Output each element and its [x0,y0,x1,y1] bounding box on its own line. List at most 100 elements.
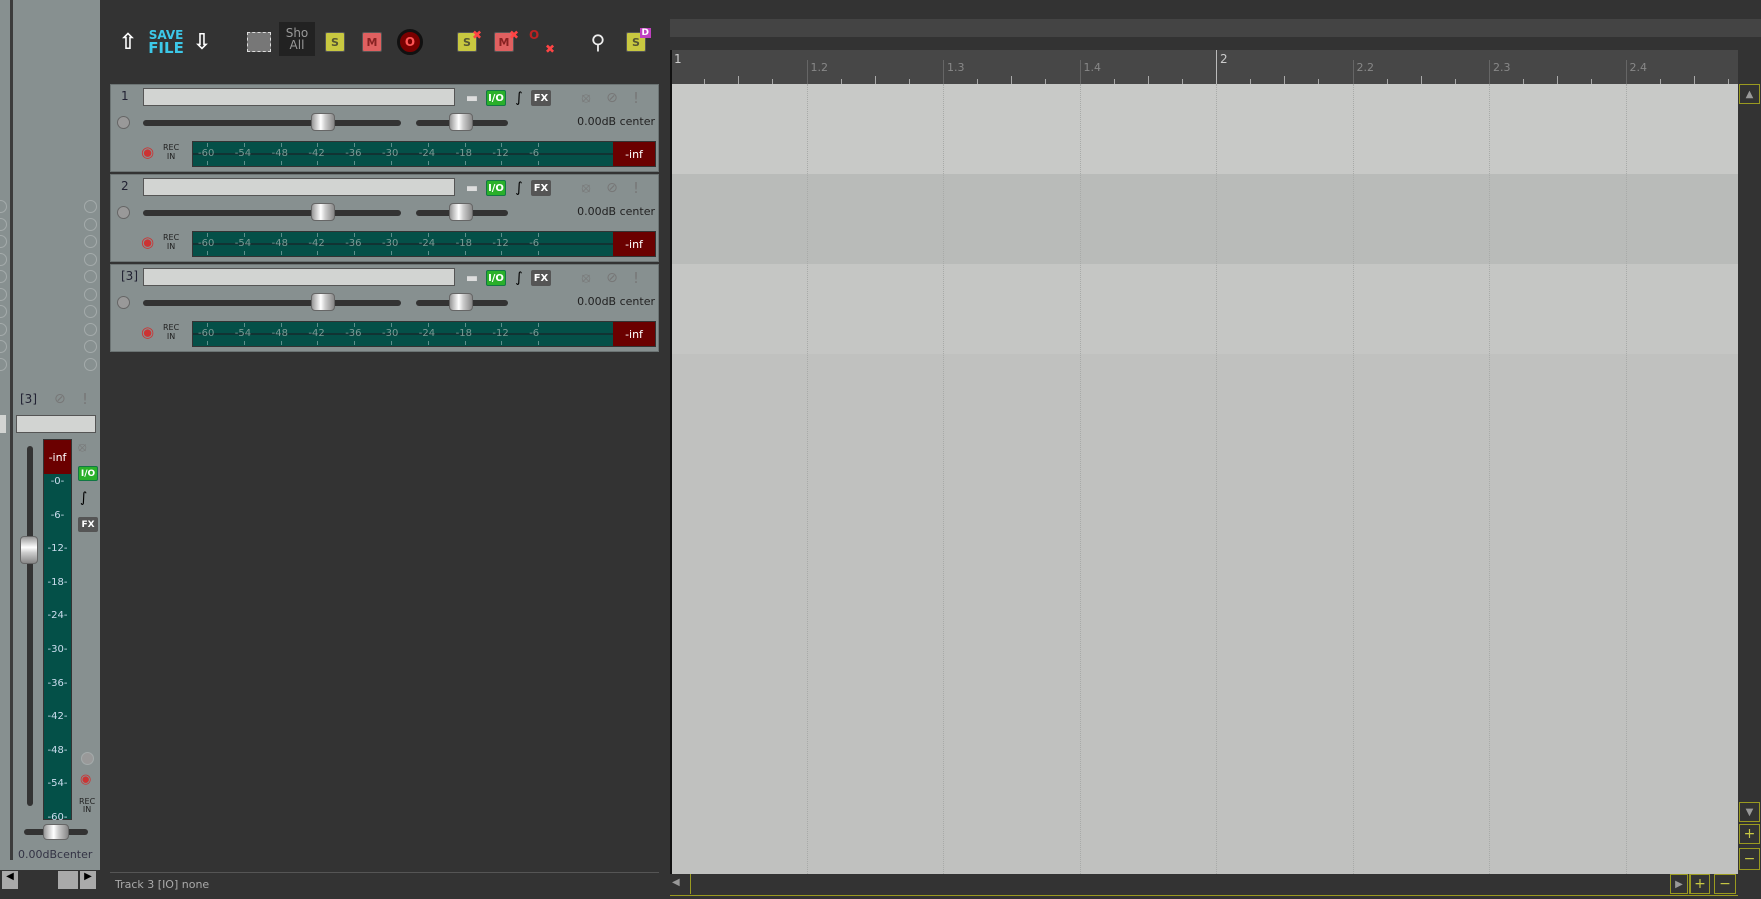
track-lane-2[interactable] [670,174,1738,264]
scroll-left-icon[interactable]: ◀ [672,877,680,888]
track-name-input[interactable] [143,268,455,286]
record-arm-button[interactable] [117,116,130,129]
send-knob[interactable] [0,357,7,371]
clear-solo-button[interactable]: S ✖ [452,28,482,56]
clear-rec-button[interactable]: O ✖ [527,28,557,56]
vertical-scrollbar[interactable]: ▲ ▼ + − [1738,84,1761,874]
volume-fader-track[interactable] [27,446,33,806]
phase-invert-icon[interactable]: ⦻ [577,180,595,196]
track-panel[interactable]: 1 ▬ I/O ∫ FX ⦻ ⊘ ! 0.00dB center ◉ REC IN… [110,84,659,172]
volume-slider[interactable] [143,120,401,126]
volume-thumb[interactable] [311,203,335,221]
send-knob[interactable] [0,270,7,283]
track-name-input[interactable] [143,88,455,106]
io-button[interactable]: I/O [78,466,98,481]
phase-invert-icon[interactable]: ⦻ [577,90,595,106]
fx-button[interactable]: FX [78,517,98,532]
envelope-icon[interactable]: ∫ [511,90,527,106]
volume-slider[interactable] [143,210,401,216]
pan-thumb[interactable] [449,293,473,311]
send-knob[interactable] [0,217,7,231]
scroll-right-icon[interactable]: ▶ [1670,874,1688,894]
io-button[interactable]: I/O [486,90,506,106]
phase-icon[interactable]: ⊘ [603,90,621,106]
mixer-track-name[interactable] [16,415,96,433]
send-knob[interactable] [0,305,7,318]
pan-thumb[interactable] [449,203,473,221]
select-region-button[interactable] [246,28,272,56]
scroll-thumb[interactable] [58,871,78,889]
send-knob[interactable] [0,322,7,336]
download-icon[interactable]: ⇩ [188,28,216,56]
open-project-icon[interactable]: ⇧ [114,28,142,56]
send-knob[interactable] [84,217,97,231]
timeline-top-bar[interactable] [670,19,1761,37]
folder-icon[interactable]: ▬ [463,270,481,286]
mute-button[interactable]: M [360,28,384,56]
zoom-out-horizontal-button[interactable]: − [1714,874,1736,894]
scroll-up-icon[interactable]: ▲ [1739,84,1760,104]
record-arm-button[interactable] [117,206,130,219]
track-panel[interactable]: 2 ▬ I/O ∫ FX ⦻ ⊘ ! 0.00dB center ◉ REC IN… [110,174,659,262]
scroll-down-icon[interactable]: ▼ [1739,802,1760,822]
zoom-in-vertical-button[interactable]: + [1739,824,1760,844]
zoom-in-horizontal-button[interactable]: + [1690,874,1710,894]
envelope-icon[interactable]: ∫ [80,490,87,506]
send-knob[interactable] [84,357,97,371]
send-knob[interactable] [0,235,7,248]
send-knob[interactable] [0,287,7,301]
send-knob[interactable] [84,322,97,336]
send-knob[interactable] [84,270,97,283]
io-button[interactable]: I/O [486,180,506,196]
solo-defeat-button[interactable]: SD [621,28,651,56]
volume-thumb[interactable] [311,113,335,131]
timeline-ruler[interactable]: 1 1.2 1.3 1.4 2 2.2 2.3 2.4 [670,50,1738,84]
send-knob[interactable] [84,340,97,353]
volume-thumb[interactable] [311,293,335,311]
fx-button[interactable]: FX [531,90,551,106]
solo-button[interactable]: S [323,28,347,56]
phase-invert-icon[interactable]: ⦻ [577,270,595,286]
folder-icon[interactable]: ▬ [463,90,481,106]
folder-icon[interactable]: ▬ [463,180,481,196]
scroll-right-icon[interactable]: ▶ [80,871,96,889]
fx-button[interactable]: FX [531,180,551,196]
send-knob[interactable] [0,252,7,266]
envelope-icon[interactable]: ∫ [511,180,527,196]
send-knob[interactable] [84,235,97,248]
rec-input-icon[interactable]: ◉ [141,143,154,161]
send-knob[interactable] [0,340,7,353]
send-knob[interactable] [84,305,97,318]
clear-mute-button[interactable]: M ✖ [489,28,519,56]
empty-arrange-area[interactable] [670,354,1738,874]
pan-thumb[interactable] [449,113,473,131]
rec-input-icon[interactable]: ◉ [80,772,91,787]
envelope-icon[interactable]: ∫ [511,270,527,286]
send-knob[interactable] [84,252,97,266]
zoom-out-vertical-button[interactable]: − [1739,848,1760,870]
scroll-thumb[interactable] [690,874,1690,894]
send-knob[interactable] [0,200,7,213]
phase-icon[interactable]: ⊘ [54,391,66,407]
send-knob[interactable] [84,200,97,213]
show-all-button[interactable]: Sho All [279,22,315,56]
volume-slider[interactable] [143,300,401,306]
phase-icon[interactable]: ⊘ [603,270,621,286]
rec-input-icon[interactable]: ◉ [141,233,154,251]
horizontal-scrollbar[interactable]: ◀ ▶ + − [670,874,1738,896]
scroll-left-icon[interactable]: ◀ [2,871,18,889]
record-arm-button[interactable]: O [396,28,424,56]
save-file-button[interactable]: SAVE FILE [148,28,184,56]
routing-icon[interactable]: ⚲ [585,28,611,56]
phase-invert-icon[interactable]: ⦻ [78,440,87,455]
track-panel[interactable]: [3] ▬ I/O ∫ FX ⦻ ⊘ ! 0.00dB center ◉ REC… [110,264,659,352]
send-knob[interactable] [84,287,97,301]
volume-fader-thumb[interactable] [20,536,38,564]
record-arm-button[interactable] [117,296,130,309]
mixer-scrollbar[interactable]: ◀ ▶ [0,870,100,899]
track-lane-3[interactable] [670,264,1738,354]
pan-thumb[interactable] [43,824,69,840]
rec-input-icon[interactable]: ◉ [141,323,154,341]
io-button[interactable]: I/O [486,270,506,286]
fx-button[interactable]: FX [531,270,551,286]
